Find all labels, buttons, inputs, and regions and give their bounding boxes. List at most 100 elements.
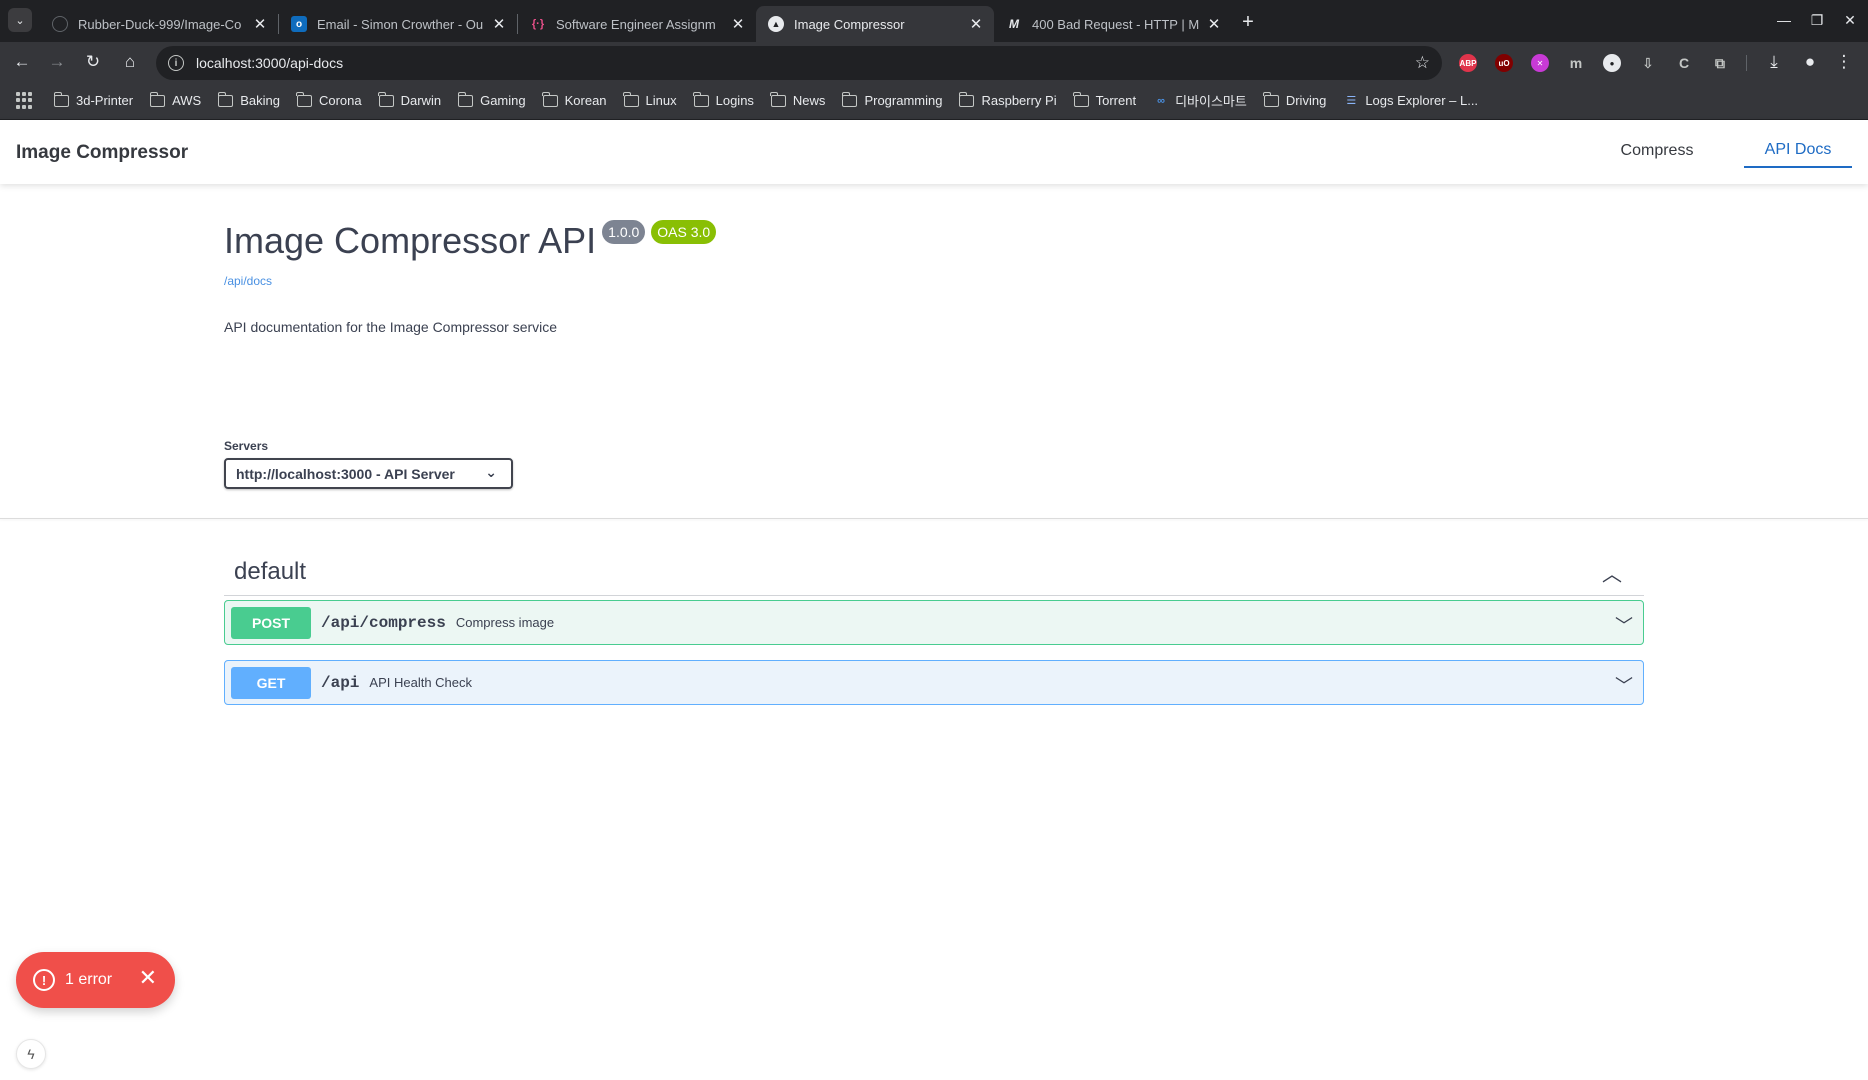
browser-tab-strip: ⌄ Rubber-Duck-999/Image-Co ✕ o Email - S… [0,0,1868,42]
bookmark-folder[interactable]: Raspberry Pi [958,91,1057,108]
address-bar[interactable]: i localhost:3000/api-docs ☆ [156,46,1442,80]
servers-select[interactable]: http://localhost:3000 - API Server ⌄ [224,458,513,489]
outlook-icon: o [291,16,307,32]
github-icon [52,16,68,32]
dev-tools-bolt-icon[interactable]: ϟ [16,1039,46,1069]
extension-c-icon[interactable]: C [1675,54,1693,72]
folder-icon [542,91,558,107]
bookmarks-bar: 3d-Printer AWS Baking Corona Darwin Gami… [0,82,1868,120]
bookmark-folder[interactable]: 3d-Printer [53,91,133,108]
bookmark-label: Darwin [400,93,442,108]
close-tab-icon[interactable]: ✕ [252,16,268,33]
oas-badge: OAS 3.0 [651,220,717,244]
apps-grid-icon[interactable] [16,91,34,110]
api-title: Image Compressor API [224,220,597,261]
close-tab-icon[interactable]: ✕ [968,16,984,33]
extension-m-icon[interactable]: m [1567,54,1585,72]
operation-post-compress[interactable]: POST /api/compress Compress image ﹀ [224,600,1644,645]
bookmark-folder[interactable]: Driving [1263,91,1326,108]
close-tab-icon[interactable]: ✕ [1206,16,1222,33]
minimize-icon[interactable]: — [1770,8,1798,32]
bookmark-link[interactable]: ☰ Logs Explorer – L... [1343,93,1478,108]
method-badge: GET [231,666,311,699]
tab-title: Software Engineer Assignm [556,16,716,32]
bookmark-folder[interactable]: Torrent [1073,91,1136,108]
back-arrow-icon[interactable]: ← [8,48,36,76]
tab-title: Email - Simon Crowther - Ou [317,16,484,32]
error-count[interactable]: 1 error [65,971,112,989]
close-tab-icon[interactable]: ✕ [491,16,507,33]
bookmark-label: 디바이스마트 [1175,94,1247,109]
ublock-icon[interactable]: uO [1495,54,1513,72]
profile-avatar-icon[interactable]: ● [1796,48,1824,76]
site-info-icon[interactable]: i [168,55,184,71]
api-title-row: Image Compressor API 1.0.0 OAS 3.0 [224,220,1644,262]
browser-tab[interactable]: Rubber-Duck-999/Image-Co ✕ [40,6,278,42]
bookmark-folder[interactable]: Baking [217,91,280,108]
operation-summary: API Health Check [369,675,473,690]
download-helper-icon[interactable]: ⇩ [1639,54,1657,72]
browser-tab-active[interactable]: ▲ Image Compressor ✕ [756,6,994,42]
folder-icon [149,91,166,107]
nav-api-docs-link[interactable]: API Docs [1744,134,1852,168]
dev-error-toast[interactable]: ! 1 error ✕ [16,952,175,1008]
api-description: API documentation for the Image Compress… [224,319,558,335]
bookmark-label: Corona [318,93,362,108]
restore-icon[interactable]: ❐ [1803,8,1831,32]
bookmark-link[interactable]: ∞ 디바이스마트 [1153,91,1247,110]
close-tab-icon[interactable]: ✕ [730,16,746,33]
operation-path: /api/compress [321,613,446,632]
nav-compress-link[interactable]: Compress [1600,134,1714,168]
browser-tab[interactable]: {·} Software Engineer Assignm ✕ [518,6,756,42]
bookmark-folder[interactable]: Logins [693,91,754,108]
folder-icon [1263,91,1279,107]
reload-icon[interactable]: ↻ [79,48,107,76]
tag-section-header[interactable]: default ︿ [224,548,1644,596]
folder-icon [841,91,858,107]
toolbar-separator [1746,55,1747,71]
bookmark-folder[interactable]: Programming [841,91,942,108]
tab-search-button[interactable]: ⌄ [8,8,32,32]
bookmark-folder[interactable]: AWS [149,91,201,108]
base-url-link[interactable]: /api/docs [224,274,1644,288]
app-brand[interactable]: Image Compressor [16,142,188,164]
bookmark-label: Linux [645,93,677,108]
bookmark-folder[interactable]: Korean [542,91,607,108]
forward-arrow-icon[interactable]: → [43,48,71,76]
logs-explorer-icon: ☰ [1346,95,1357,107]
bookmark-folder[interactable]: Corona [296,91,362,108]
chevron-up-icon[interactable]: ︿ [1602,558,1622,587]
browser-menu-icon[interactable]: ⋮ [1830,48,1858,76]
bookmark-star-icon[interactable]: ☆ [1415,53,1430,73]
chevron-down-icon[interactable]: ﹀ [1615,672,1633,698]
bookmark-folder[interactable]: Linux [623,91,677,108]
chevron-down-icon[interactable]: ﹀ [1615,612,1633,638]
bookmark-folder[interactable]: News [770,91,826,108]
extension-circle-icon[interactable]: ● [1603,54,1621,72]
adblock-plus-icon[interactable]: ABP [1459,54,1477,72]
extensions-puzzle-icon[interactable]: ⧉ [1711,54,1729,72]
home-icon[interactable]: ⌂ [116,48,144,76]
servers-label: Servers [224,439,269,453]
extension-purple-icon[interactable]: ✕ [1531,54,1549,72]
new-tab-button[interactable]: + [1234,8,1262,36]
api-info: Image Compressor API 1.0.0 OAS 3.0 /api/… [224,220,1644,335]
bookmark-label: News [792,93,826,108]
folder-icon [770,91,786,107]
browser-tab[interactable]: M 400 Bad Request - HTTP | M ✕ [994,6,1232,42]
close-window-icon[interactable]: ✕ [1836,8,1864,32]
operation-get-api[interactable]: GET /api API Health Check ﹀ [224,660,1644,705]
bookmark-folder[interactable]: Darwin [378,91,442,108]
close-icon[interactable]: ✕ [139,967,157,989]
tab-title: 400 Bad Request - HTTP | M [1032,16,1200,32]
folder-icon [217,91,234,107]
browser-tab[interactable]: o Email - Simon Crowther - Ou ✕ [279,6,517,42]
folder-icon [693,91,709,107]
brackets-icon: {·} [531,18,545,30]
folder-icon [1073,91,1089,107]
operation-path: /api [321,673,360,692]
downloads-icon[interactable]: ⤓ [1760,48,1788,76]
page-viewport: Image Compressor Compress API Docs Image… [0,120,1868,1080]
bookmark-folder[interactable]: Gaming [457,91,526,108]
url-text[interactable]: localhost:3000/api-docs [196,55,343,71]
